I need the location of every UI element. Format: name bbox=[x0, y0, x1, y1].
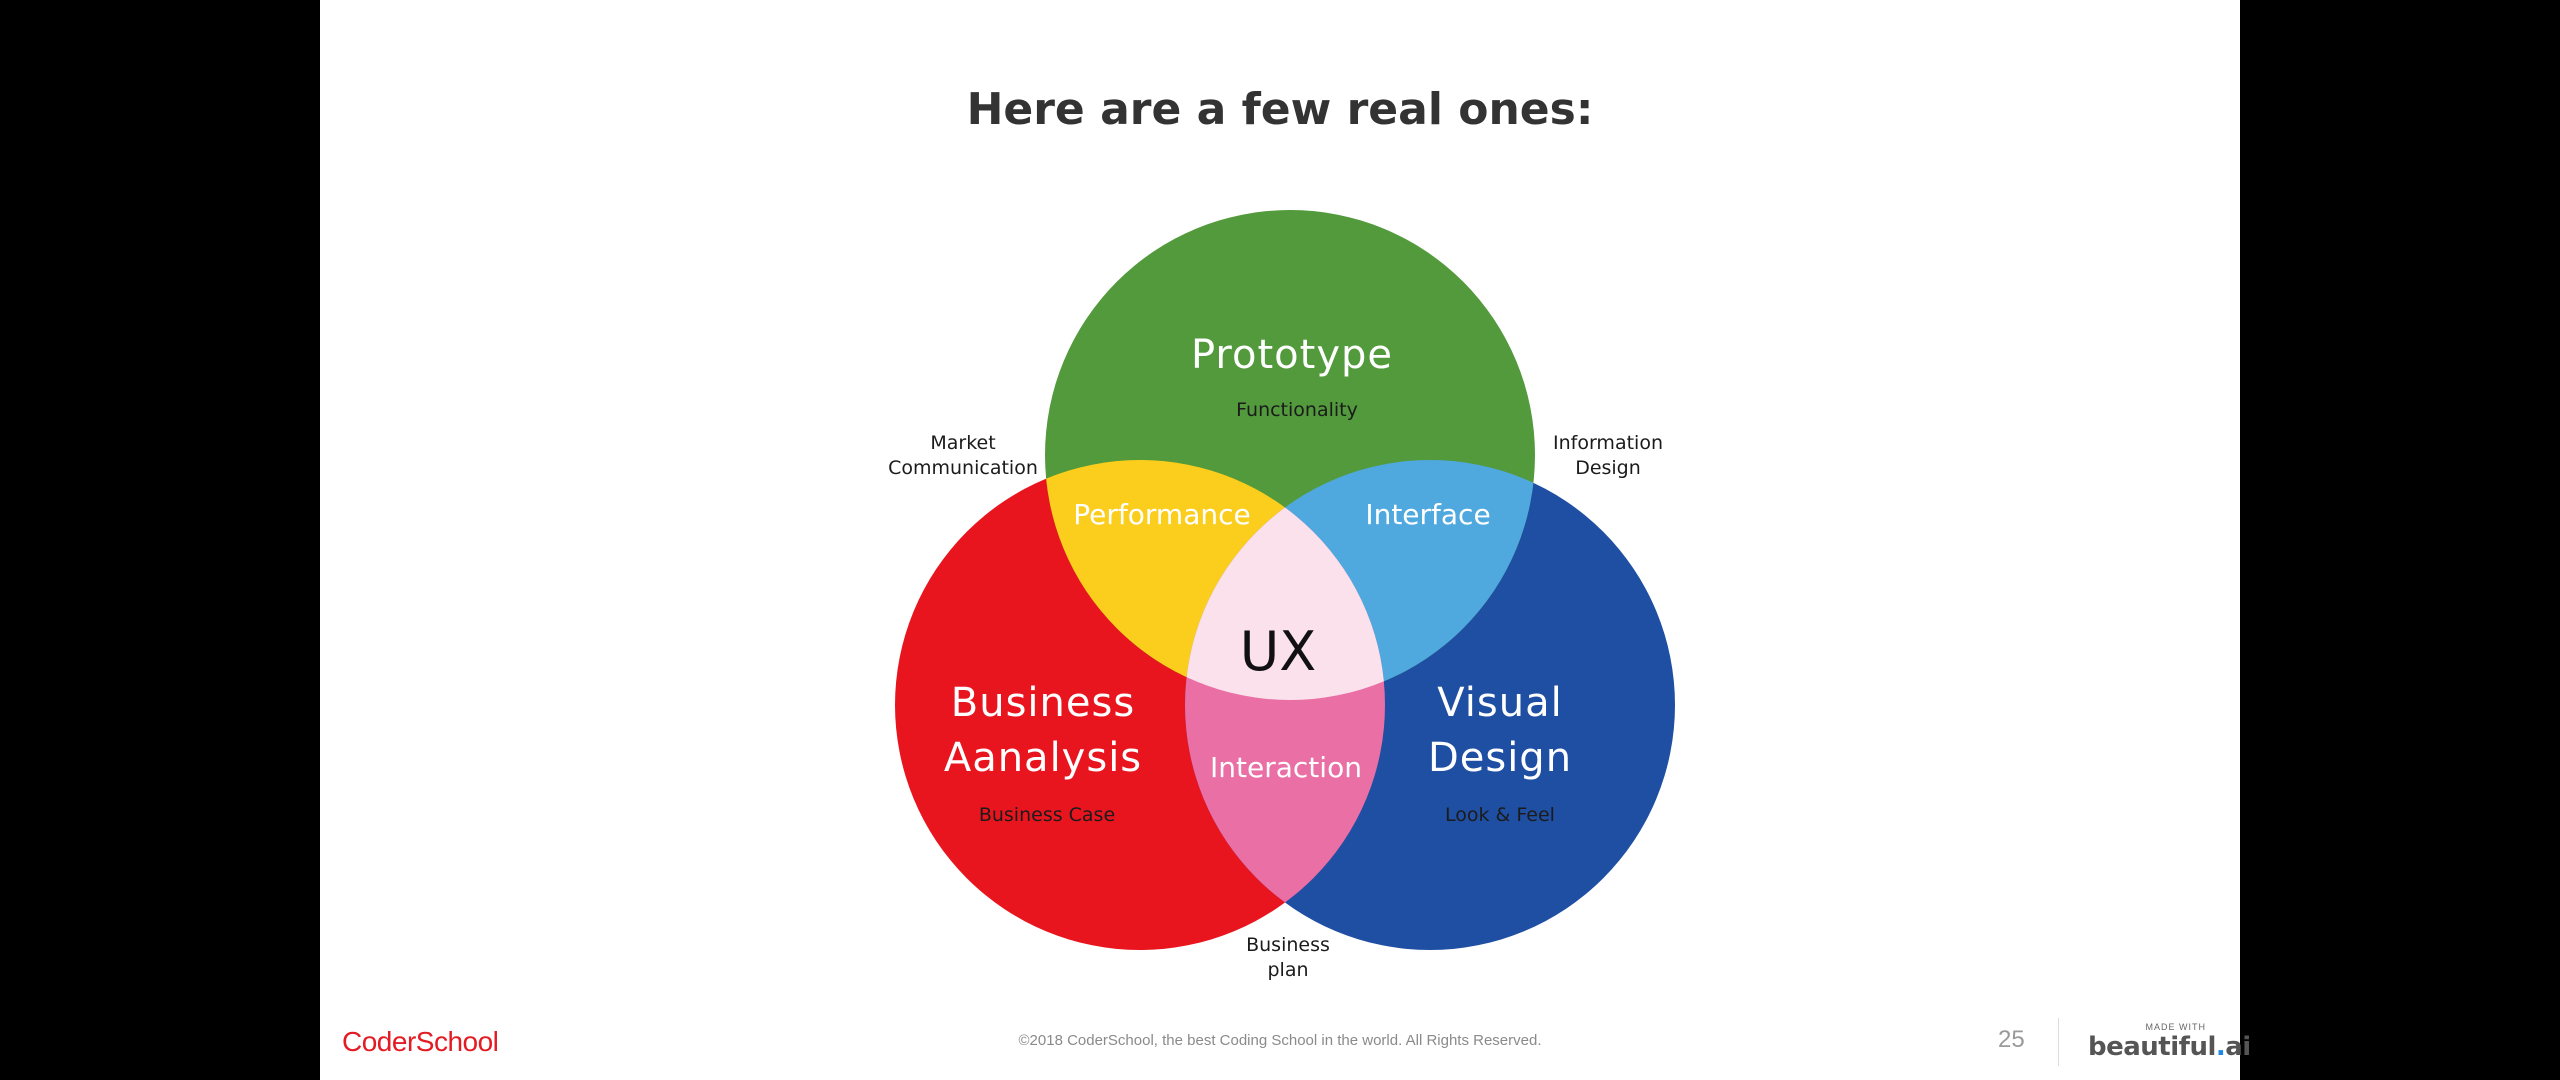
brand-dot: . bbox=[2215, 1032, 2226, 1062]
interaction-label: Interaction bbox=[1210, 751, 1362, 784]
business-analysis-title-line1: Business bbox=[951, 680, 1135, 726]
ux-center-label: UX bbox=[1240, 620, 1317, 683]
prototype-title: Prototype bbox=[1191, 332, 1393, 378]
market-communication-line2: Communication bbox=[888, 457, 1038, 479]
information-design-line2: Design bbox=[1575, 457, 1641, 479]
visual-design-subtitle: Look & Feel bbox=[1445, 804, 1555, 826]
footer-divider bbox=[2058, 1018, 2059, 1066]
performance-label: Performance bbox=[1073, 498, 1250, 531]
visual-design-title-line1: Visual bbox=[1437, 680, 1562, 726]
business-analysis-title-line2: Aanalysis bbox=[944, 735, 1142, 781]
page-number: 25 bbox=[1998, 1026, 2025, 1053]
footer-copyright: ©2018 CoderSchool, the best Coding Schoo… bbox=[1018, 1032, 1542, 1049]
beautiful-ai-logo: beautiful.ai bbox=[2088, 1032, 2251, 1062]
visual-design-title-line2: Design bbox=[1428, 735, 1572, 781]
made-with-label: MADE WITH bbox=[2145, 1022, 2206, 1032]
brand-suffix: ai bbox=[2225, 1032, 2251, 1062]
slide: Here are a few real ones: Prototype Func… bbox=[320, 0, 2251, 1080]
business-analysis-subtitle: Business Case bbox=[979, 804, 1115, 826]
business-plan-line2: plan bbox=[1267, 959, 1308, 981]
prototype-subtitle: Functionality bbox=[1236, 399, 1358, 421]
business-plan-line1: Business bbox=[1246, 934, 1330, 956]
venn-diagram: Prototype Functionality Business Aanalys… bbox=[888, 210, 1675, 981]
brand-main: beautiful bbox=[2088, 1032, 2216, 1062]
interface-label: Interface bbox=[1365, 498, 1490, 531]
market-communication-line1: Market bbox=[930, 432, 995, 454]
information-design-line1: Information bbox=[1553, 432, 1663, 454]
